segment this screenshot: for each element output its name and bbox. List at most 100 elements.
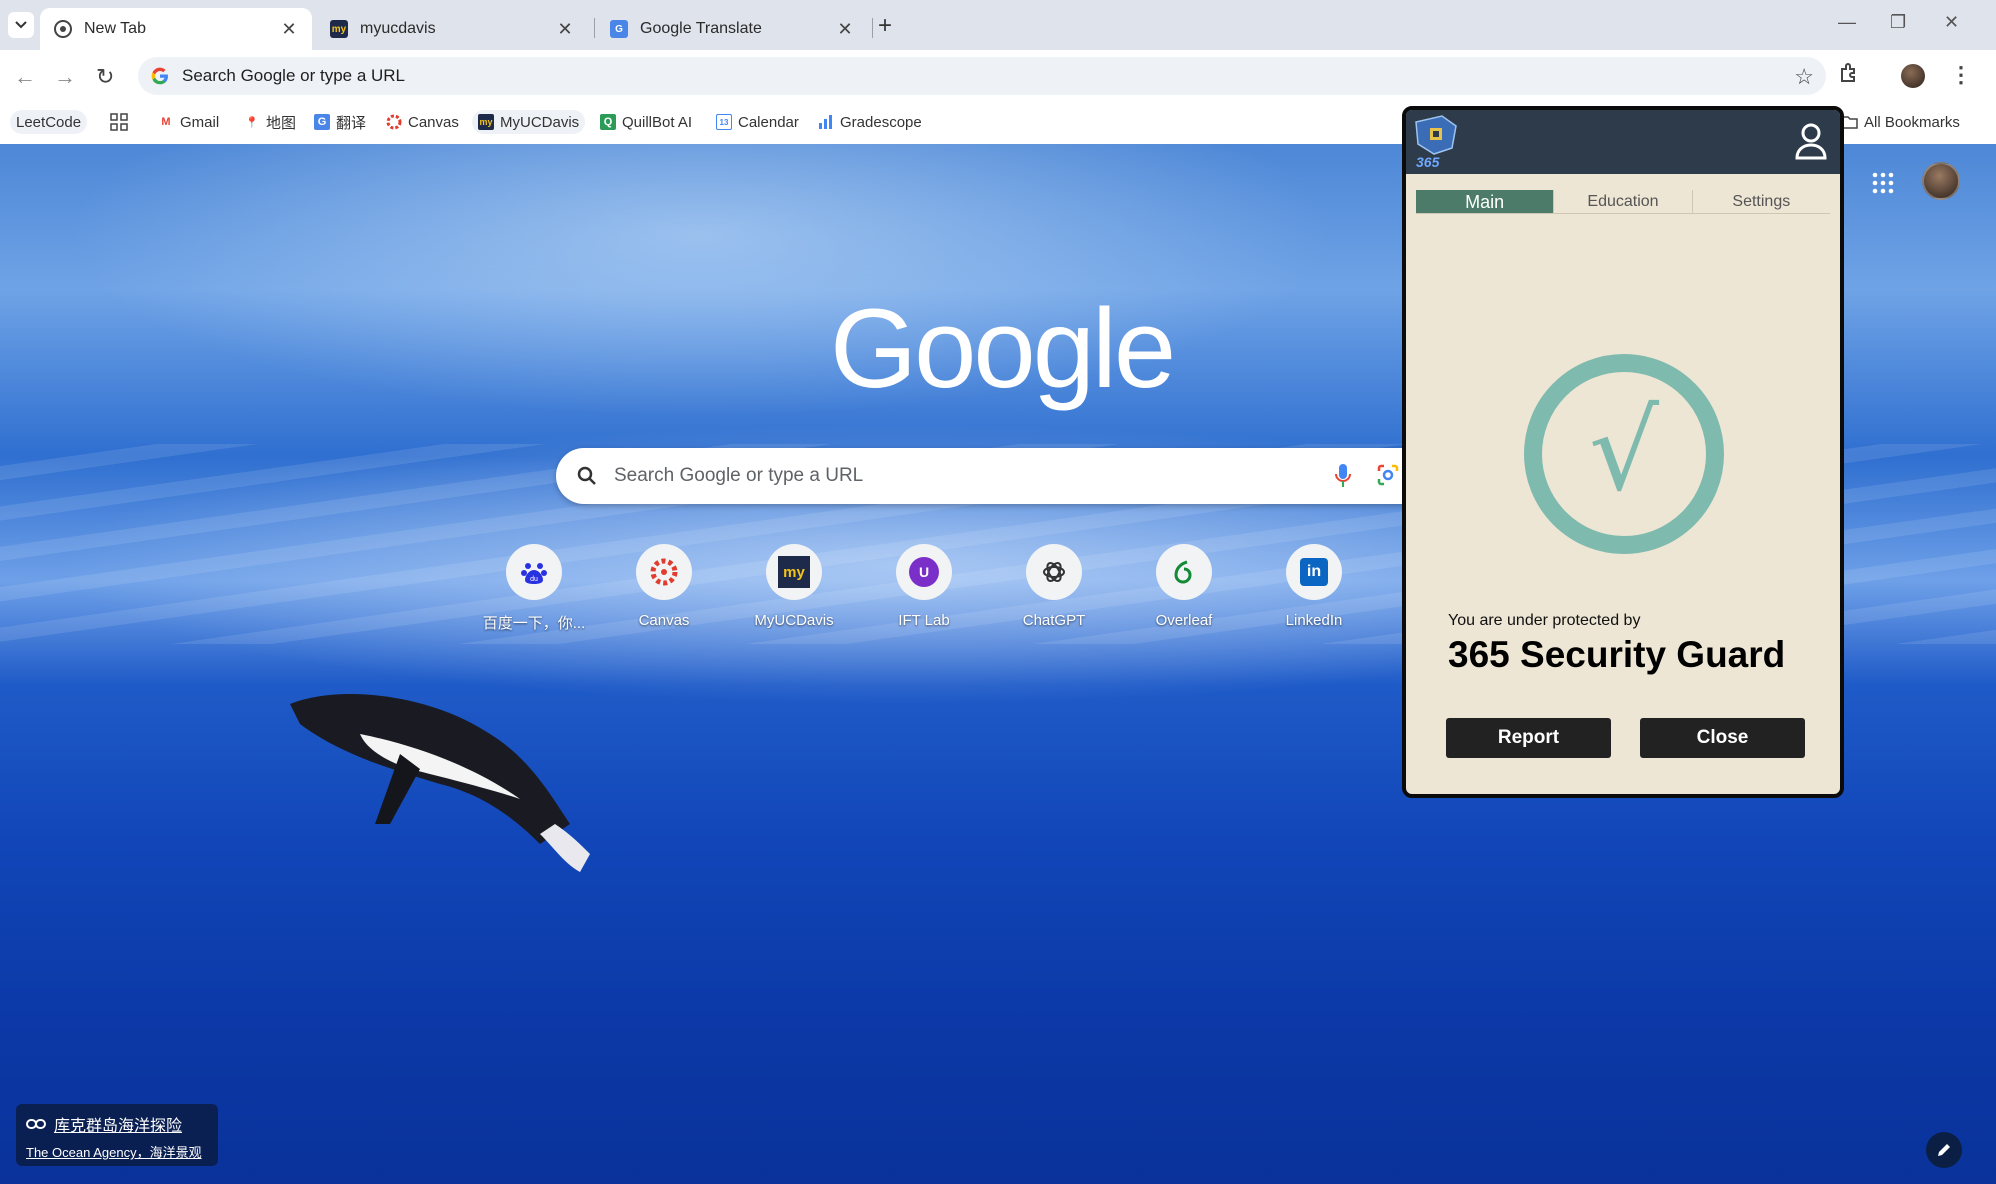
bookmark-label: MyUCDavis [500,113,580,131]
shortcut-baidu[interactable]: du 百度一下，你... [479,544,589,633]
shortcut-label: Overleaf [1155,612,1213,629]
canvas-icon [636,544,692,600]
translate-icon: G [314,114,330,130]
report-button[interactable]: Report [1446,718,1611,758]
overleaf-icon [1156,544,1212,600]
more-menu-icon[interactable]: ⋮ [1950,62,1972,88]
bookmark-label: 地图 [266,114,297,132]
restore-icon[interactable]: ❐ [1890,12,1906,33]
close-window-icon[interactable]: ✕ [1944,12,1959,33]
shield-logo-icon: 365 [1415,115,1457,170]
user-profile-icon[interactable] [1794,122,1828,160]
whale-image [290,694,590,872]
bookmark-leetcode[interactable]: LeetCode [10,110,88,134]
apps-grid-icon[interactable] [104,110,134,134]
bookmark-myucdavis[interactable]: my MyUCDavis [472,110,586,134]
address-bar[interactable]: Search Google or type a URL ☆ [138,57,1826,95]
product-name: 365 Security Guard [1448,634,1786,675]
close-tab-icon[interactable]: ✕ [556,19,574,40]
shortcut-label: ChatGPT [1022,612,1086,629]
bookmark-label: Canvas [408,113,459,131]
shortcut-label: MyUCDavis [754,612,834,629]
tab-separator [872,18,873,38]
search-icon [577,466,596,485]
close-tab-icon[interactable]: ✕ [836,19,854,40]
reload-icon[interactable]: ↻ [96,64,114,90]
check-mark-icon: √ [1588,387,1660,515]
popup-header: 365 [1406,110,1840,174]
bookmark-all-bookmarks[interactable]: All Bookmarks [1836,110,1966,134]
link-icon [26,1119,46,1129]
google-account-avatar[interactable] [1922,162,1960,200]
google-apps-icon[interactable] [1872,172,1894,194]
tab-google-translate[interactable]: G Google Translate ✕ [596,8,868,50]
forward-icon[interactable]: → [54,64,76,90]
gmail-icon: M [161,116,171,128]
extensions-icon[interactable] [1838,62,1860,90]
tab-title: myucdavis [360,20,436,37]
new-tab-button[interactable]: + [878,12,892,40]
shortcut-canvas[interactable]: Canvas [609,544,719,629]
bookmark-translate[interactable]: G 翻译 [308,110,372,134]
shortcut-overleaf[interactable]: Overleaf [1129,544,1239,629]
tab-title: Google Translate [640,20,762,37]
address-bar-text: Search Google or type a URL [182,66,406,85]
bookmark-label: LeetCode [16,113,82,131]
browser-toolbar: ← → ↻ Search Google or type a URL ☆ ⋮ [0,50,1996,102]
minimize-icon[interactable]: — [1838,12,1856,33]
protection-status-text: You are under protected by [1448,612,1641,629]
bookmark-star-icon[interactable]: ☆ [1794,64,1814,90]
security-guard-popup: 365 Main Education Settings √ You are un… [1402,106,1844,798]
tab-title: New Tab [84,20,146,37]
protection-status-ring: √ [1524,354,1724,554]
shortcut-label: IFT Lab [898,612,950,629]
ntp-search-box[interactable]: Search Google or type a URL [556,448,1436,504]
chevron-down-icon [15,21,27,29]
popup-tab-education[interactable]: Education [1554,190,1693,213]
quillbot-icon: Q [600,114,616,130]
popup-tab-settings[interactable]: Settings [1693,190,1830,213]
myucdavis-icon: my [766,544,822,600]
google-logo: Google [830,286,1176,411]
bookmark-gmail[interactable]: M Gmail [152,110,225,134]
shortcut-chatgpt[interactable]: ChatGPT [999,544,1109,629]
google-lens-icon[interactable] [1376,463,1400,487]
google-g-icon [151,67,168,85]
popup-tab-bar: Main Education Settings [1416,190,1830,214]
bookmark-quillbot[interactable]: Q QuillBot AI [594,110,698,134]
myucdavis-icon: my [478,114,494,130]
popup-tab-main[interactable]: Main [1416,190,1555,213]
shortcut-ift-lab[interactable]: U IFT Lab [869,544,979,629]
shortcut-linkedin[interactable]: in LinkedIn [1259,544,1369,629]
attribution-title: 库克群岛海洋探险 [54,1118,183,1135]
bookmark-gradescope[interactable]: Gradescope [812,110,928,134]
bookmark-label: All Bookmarks [1864,113,1960,131]
tab-myucdavis[interactable]: my myucdavis ✕ [316,8,588,50]
profile-avatar[interactable] [1901,64,1925,88]
microphone-icon[interactable] [1334,463,1352,489]
close-tab-icon[interactable]: ✕ [280,19,298,40]
shortcut-label: LinkedIn [1285,612,1343,629]
calendar-icon: 13 [716,114,732,130]
bookmark-calendar[interactable]: 13 Calendar [710,110,805,134]
bookmark-label: Calendar [738,113,799,131]
bookmark-maps[interactable]: 📍 地图 [238,110,302,134]
shortcut-myucdavis[interactable]: my MyUCDavis [739,544,849,629]
tab-search-button[interactable] [8,12,34,38]
ntp-search-placeholder: Search Google or type a URL [614,465,864,486]
ift-lab-icon: U [896,544,952,600]
back-icon[interactable]: ← [14,64,36,90]
tab-new-tab[interactable]: New Tab ✕ [40,8,312,50]
tab-separator [594,18,595,38]
bookmark-canvas[interactable]: Canvas [380,110,465,134]
background-attribution[interactable]: 库克群岛海洋探险 The Ocean Agency，海洋景观 [16,1104,218,1166]
close-button[interactable]: Close [1640,718,1805,758]
chrome-icon [54,20,72,38]
customize-chrome-button[interactable] [1926,1132,1962,1168]
bookmark-label: QuillBot AI [622,113,693,131]
folder-icon [1842,114,1858,130]
canvas-icon [386,114,402,130]
shortcut-label: 百度一下，你... [482,615,586,632]
maps-icon: 📍 [245,116,259,129]
gradescope-icon [818,114,834,130]
